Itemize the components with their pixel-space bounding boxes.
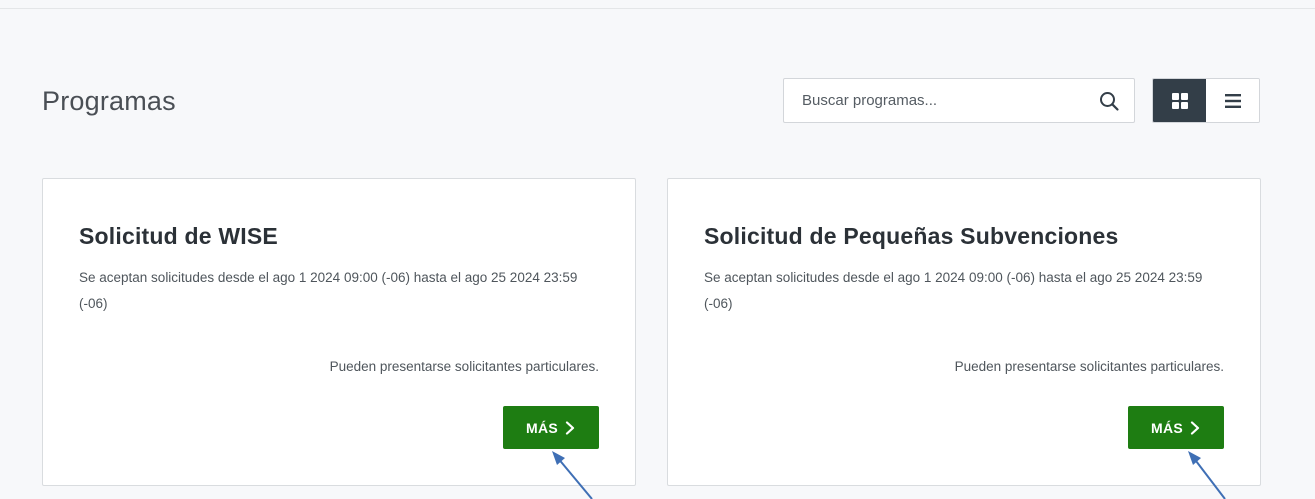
program-dates: Se aceptan solicitudes desde el ago 1 20… xyxy=(704,270,1203,311)
program-title: Solicitud de Pequeñas Subvenciones xyxy=(704,223,1119,249)
program-card: Solicitud de WISE Se aceptan solicitudes… xyxy=(42,178,636,486)
view-toggle xyxy=(1152,78,1260,123)
grid-view-icon xyxy=(1171,92,1188,109)
list-view-button[interactable] xyxy=(1206,79,1259,122)
page-title: Programas xyxy=(42,86,176,116)
more-button-label: MÁS xyxy=(1150,419,1183,436)
program-title: Solicitud de WISE xyxy=(79,223,278,249)
more-button[interactable]: MÁS xyxy=(503,406,599,449)
more-button[interactable]: MÁS xyxy=(1128,406,1224,449)
search-input[interactable] xyxy=(784,79,1084,122)
grid-view-button[interactable] xyxy=(1153,79,1206,122)
header-divider xyxy=(0,8,1315,9)
search-box xyxy=(783,78,1135,123)
program-dates: Se aceptan solicitudes desde el ago 1 20… xyxy=(79,270,578,311)
program-eligibility: Pueden presentarse solicitantes particul… xyxy=(329,359,599,374)
more-button-label: MÁS xyxy=(525,419,558,436)
list-view-icon xyxy=(1224,93,1241,108)
program-card: Solicitud de Pequeñas Subvenciones Se ac… xyxy=(667,178,1261,486)
program-eligibility: Pueden presentarse solicitantes particul… xyxy=(954,359,1224,374)
search-icon[interactable] xyxy=(1098,90,1120,112)
chevron-right-icon xyxy=(1190,420,1200,435)
chevron-right-icon xyxy=(565,420,575,435)
